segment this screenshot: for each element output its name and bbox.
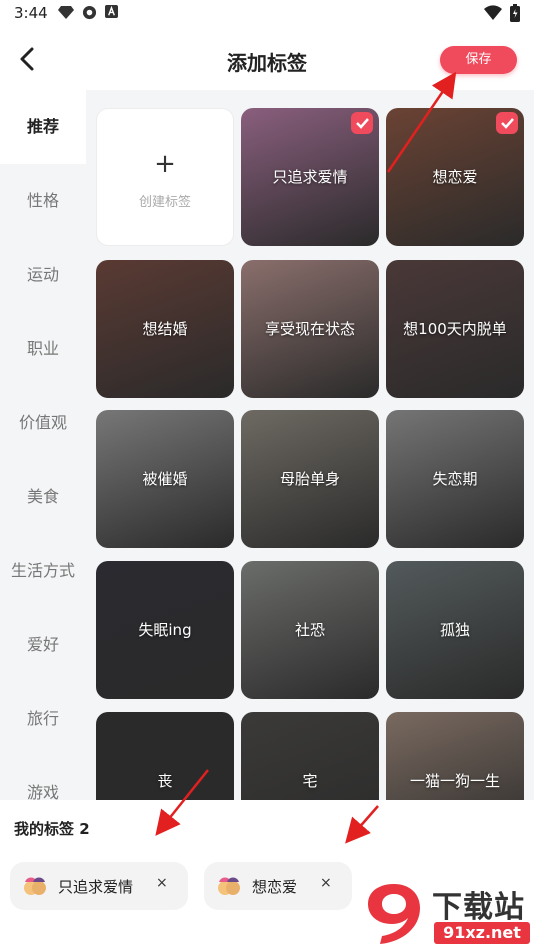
- tag-card[interactable]: 只追求爱情: [241, 108, 379, 246]
- tag-card-label: 丧: [157, 772, 173, 790]
- status-time: 3:44: [14, 4, 48, 22]
- tag-card-label: 被催婚: [142, 470, 188, 488]
- aperture-icon: [82, 5, 97, 20]
- watermark-text: 下载站: [432, 890, 525, 925]
- diamond-icon: [58, 6, 74, 19]
- watermark-logo: [368, 884, 420, 944]
- sidebar-item-personality[interactable]: 性格: [0, 164, 86, 238]
- tag-card[interactable]: 想结婚: [96, 260, 234, 398]
- sidebar-item-values[interactable]: 价值观: [0, 386, 86, 460]
- wifi-icon: [484, 5, 502, 21]
- tag-card-label: 想结婚: [142, 320, 188, 338]
- tag-card[interactable]: 想100天内脱单: [386, 260, 524, 398]
- tag-card[interactable]: 社恐: [241, 561, 379, 699]
- close-icon[interactable]: ×: [320, 875, 332, 891]
- tag-card[interactable]: 享受现在状态: [241, 260, 379, 398]
- tag-card[interactable]: 母胎单身: [241, 410, 379, 548]
- tag-card-label: 母胎单身: [279, 470, 340, 488]
- tag-card-label: 一猫一狗一生: [409, 772, 500, 790]
- tag-card-label: 失恋期: [432, 470, 478, 488]
- sidebar-item-food[interactable]: 美食: [0, 460, 86, 534]
- a-square-icon: [105, 5, 118, 18]
- check-icon: [351, 112, 373, 134]
- header: 添加标签 保存: [0, 36, 534, 86]
- selected-tag-chip: 想恋爱 ×: [204, 862, 352, 910]
- tag-card-label: 社恐: [294, 621, 325, 639]
- tag-card[interactable]: 宅: [241, 712, 379, 800]
- couple-emoji-icon: [218, 877, 240, 895]
- tag-grid: + 创建标签 只追求爱情 想恋爱 想结婚 享受现在状态 想100天内脱单 被催婚…: [86, 90, 534, 800]
- tag-card[interactable]: 一猫一狗一生: [386, 712, 524, 800]
- tag-card[interactable]: 失眠ing: [96, 561, 234, 699]
- category-sidebar: 推荐 性格 运动 职业 价值观 美食 生活方式 爱好 旅行 游戏: [0, 90, 86, 800]
- selected-tag-label: 只追求爱情: [58, 878, 134, 896]
- tag-card-label: 想恋爱: [432, 168, 478, 186]
- tag-card[interactable]: 丧: [96, 712, 234, 800]
- selected-tag-chip: 只追求爱情 ×: [10, 862, 188, 910]
- watermark: 下载站 91xz.net: [362, 880, 532, 948]
- tag-card[interactable]: 失恋期: [386, 410, 524, 548]
- status-icons-right: [484, 4, 520, 22]
- status-icons-left: [58, 5, 118, 20]
- sidebar-item-lifestyle[interactable]: 生活方式: [0, 534, 86, 608]
- plus-icon: +: [154, 149, 176, 179]
- sidebar-item-travel[interactable]: 旅行: [0, 682, 86, 756]
- create-tag-card[interactable]: + 创建标签: [96, 108, 234, 246]
- tag-card[interactable]: 被催婚: [96, 410, 234, 548]
- tag-card-label: 享受现在状态: [264, 320, 355, 338]
- selected-tag-label: 想恋爱: [252, 878, 298, 896]
- close-icon[interactable]: ×: [156, 875, 168, 891]
- sidebar-item-recommend[interactable]: 推荐: [0, 90, 86, 164]
- create-tag-label: 创建标签: [138, 195, 191, 210]
- watermark-url: 91xz.net: [434, 922, 530, 944]
- save-button[interactable]: 保存: [440, 46, 517, 74]
- tag-card[interactable]: 想恋爱: [386, 108, 524, 246]
- sidebar-item-career[interactable]: 职业: [0, 312, 86, 386]
- tag-card-label: 失眠ing: [138, 621, 192, 639]
- sidebar-item-sports[interactable]: 运动: [0, 238, 86, 312]
- my-tags-title: 我的标签 2: [14, 820, 90, 838]
- couple-emoji-icon: [24, 877, 46, 895]
- tag-card[interactable]: 孤独: [386, 561, 524, 699]
- battery-icon: [510, 4, 520, 22]
- sidebar-item-hobby[interactable]: 爱好: [0, 608, 86, 682]
- tag-card-label: 想100天内脱单: [403, 320, 507, 338]
- check-icon: [496, 112, 518, 134]
- sidebar-item-games[interactable]: 游戏: [0, 756, 86, 800]
- tag-card-label: 宅: [302, 772, 318, 790]
- status-bar: 3:44: [0, 0, 534, 28]
- tag-card-label: 孤独: [439, 621, 470, 639]
- tag-card-label: 只追求爱情: [272, 168, 348, 186]
